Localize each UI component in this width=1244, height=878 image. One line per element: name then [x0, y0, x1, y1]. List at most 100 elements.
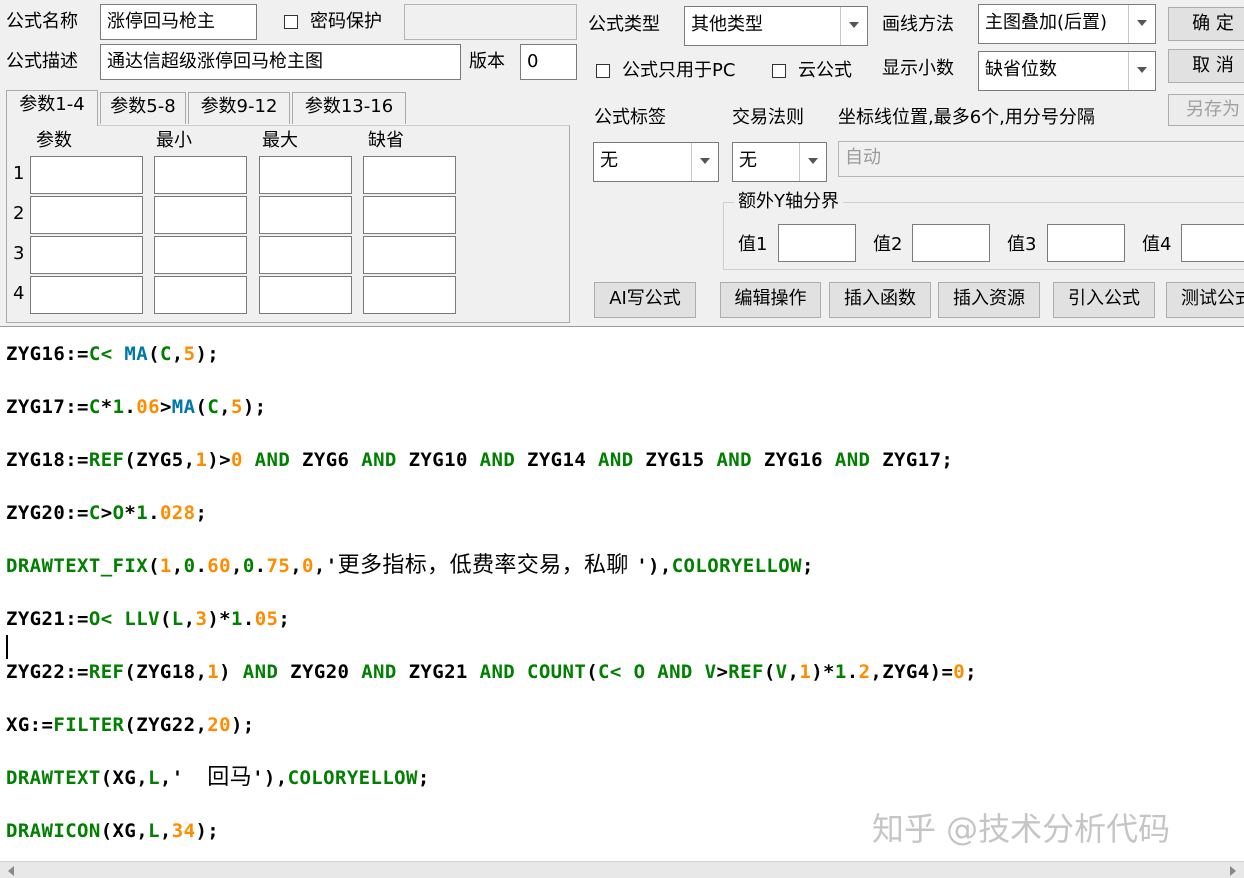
code-line: DRAWICON(XG,L,34); — [6, 819, 219, 843]
code-token: ; — [801, 555, 814, 577]
code-token: L — [148, 767, 160, 789]
draw-method-select[interactable]: 主图叠加(后置) — [978, 4, 1156, 44]
param-min-input[interactable] — [154, 196, 247, 234]
code-token: 1 — [195, 449, 208, 471]
chevron-down-icon — [1128, 5, 1155, 43]
code-token: ZYG16 — [763, 449, 824, 471]
param-default-input[interactable] — [363, 196, 456, 234]
chevron-down-icon — [1128, 52, 1155, 90]
test-formula-button[interactable]: 测试公式 — [1166, 282, 1244, 318]
code-token: C — [207, 396, 220, 418]
param-name-input[interactable] — [30, 276, 143, 314]
cloud-formula-checkbox[interactable] — [772, 64, 786, 78]
code-token: AND — [349, 449, 409, 471]
param-col-max: 最大 — [262, 130, 298, 151]
param-default-input[interactable] — [363, 236, 456, 274]
code-editor[interactable]: ZYG16:=C< MA(C,5); ZYG17:=C*1.06>MA(C,5)… — [0, 326, 1244, 862]
value2-input[interactable] — [912, 224, 990, 262]
code-token: ( — [763, 661, 776, 683]
scroll-right-icon[interactable] — [1230, 866, 1236, 876]
cancel-button[interactable]: 取 消 — [1168, 49, 1244, 83]
code-token: ) — [219, 661, 231, 683]
tab-params-5-8[interactable]: 参数5-8 — [100, 92, 186, 124]
param-min-input[interactable] — [154, 156, 247, 194]
code-token: ( — [159, 608, 172, 630]
code-token: AND — [704, 449, 764, 471]
param-row-number: 4 — [13, 283, 25, 304]
code-token: COLORYELLOW — [287, 767, 418, 789]
password-input[interactable] — [404, 4, 577, 40]
code-token: . — [148, 502, 160, 524]
insert-function-button[interactable]: 插入函数 — [829, 282, 931, 318]
value1-input[interactable] — [778, 224, 856, 262]
code-token: ZYG10 — [408, 449, 468, 471]
param-default-input[interactable] — [363, 156, 456, 194]
param-name-input[interactable] — [30, 196, 143, 234]
code-token: . — [124, 396, 137, 418]
horizontal-scrollbar[interactable] — [0, 861, 1244, 878]
formula-name-input[interactable]: 涨停回马枪主 — [100, 4, 257, 40]
value3-label: 值3 — [1007, 234, 1037, 255]
code-token: , — [171, 555, 184, 577]
param-min-input[interactable] — [154, 276, 247, 314]
code-token: 1 — [207, 661, 220, 683]
trade-rule-select[interactable]: 无 — [732, 142, 827, 182]
code-line: DRAWTEXT(XG,L,' 回马'),COLORYELLOW; — [6, 766, 430, 790]
pc-only-checkbox[interactable] — [596, 64, 610, 78]
param-name-input[interactable] — [30, 156, 143, 194]
code-token: ZYG20:= — [6, 502, 89, 524]
param-name-input[interactable] — [30, 236, 143, 274]
value4-input[interactable] — [1181, 224, 1244, 262]
code-token: L — [148, 820, 160, 842]
code-token: AND — [349, 661, 409, 683]
formula-type-label: 公式类型 — [588, 14, 660, 35]
param-max-input[interactable] — [259, 196, 352, 234]
code-token: '), — [252, 767, 288, 789]
code-token: COUNT — [526, 661, 587, 683]
version-input[interactable]: 0 — [520, 44, 577, 80]
value3-input[interactable] — [1047, 224, 1125, 262]
tab-params-1-4[interactable]: 参数1-4 — [6, 90, 98, 126]
code-token: C< — [88, 343, 125, 365]
yaxis-group-title: 额外Y轴分界 — [734, 191, 843, 213]
code-token: ZYG22:= — [6, 661, 89, 683]
tab-params-13-16[interactable]: 参数13-16 — [292, 92, 406, 124]
param-max-input[interactable] — [259, 156, 352, 194]
axis-position-input[interactable]: 自动 — [838, 141, 1244, 177]
param-row-number: 2 — [13, 203, 25, 224]
scroll-left-icon[interactable] — [8, 866, 14, 876]
ai-write-formula-button[interactable]: AI写公式 — [594, 282, 696, 318]
code-token: 75 — [266, 555, 291, 577]
code-token: 1 — [136, 502, 149, 524]
insert-resource-button[interactable]: 插入资源 — [938, 282, 1040, 318]
import-formula-button[interactable]: 引入公式 — [1053, 282, 1155, 318]
code-line: ZYG20:=C>O*1.028; — [6, 501, 207, 525]
param-min-input[interactable] — [154, 236, 247, 274]
code-token: (ZYG18, — [124, 661, 208, 683]
code-token: ,' — [313, 555, 338, 577]
password-checkbox[interactable] — [284, 15, 298, 29]
tab-params-9-12[interactable]: 参数9-12 — [188, 92, 290, 124]
edit-operation-button[interactable]: 编辑操作 — [720, 282, 821, 318]
decimal-select[interactable]: 缺省位数 — [978, 51, 1156, 91]
code-token: AND — [823, 449, 883, 471]
formula-desc-input[interactable]: 通达信超级涨停回马枪主图 — [100, 44, 461, 80]
code-token: 1 — [231, 608, 243, 630]
code-token: C< — [598, 661, 634, 683]
code-token: 0 — [242, 555, 255, 577]
param-max-input[interactable] — [259, 276, 352, 314]
param-col-default: 缺省 — [368, 130, 404, 151]
ok-button[interactable]: 确 定 — [1168, 7, 1244, 41]
code-token: 20 — [207, 714, 231, 736]
code-line: ZYG21:=O< LLV(L,3)*1.05; — [6, 607, 290, 631]
chevron-down-icon — [691, 143, 718, 181]
save-as-button[interactable]: 另存为 — [1168, 94, 1244, 126]
code-token: , — [219, 396, 231, 418]
param-max-input[interactable] — [259, 236, 352, 274]
formula-desc-label: 公式描述 — [6, 51, 78, 72]
param-default-input[interactable] — [363, 276, 456, 314]
code-token: LLV — [124, 608, 160, 630]
code-line: ZYG22:=REF(ZYG18,1) AND ZYG20 AND ZYG21 … — [6, 660, 977, 684]
formula-tag-select[interactable]: 无 — [593, 142, 719, 182]
formula-type-select[interactable]: 其他类型 — [684, 6, 868, 46]
